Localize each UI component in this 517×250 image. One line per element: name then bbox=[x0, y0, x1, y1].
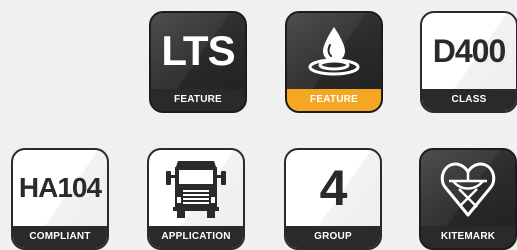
group-badge: 4 GROUP bbox=[284, 148, 382, 250]
badge-label: FEATURE bbox=[151, 89, 245, 111]
kitemark-badge: KITEMARK bbox=[419, 148, 517, 250]
badge-main-text: LTS bbox=[161, 27, 235, 74]
badge-main-text: D400 bbox=[432, 33, 506, 69]
badge-label: FEATURE bbox=[287, 89, 381, 111]
water-drop-icon bbox=[304, 21, 364, 81]
kitemark-icon bbox=[439, 157, 497, 219]
ha104-compliant-badge: HA104 COMPLIANT bbox=[11, 148, 109, 250]
badge-label: COMPLIANT bbox=[13, 226, 107, 248]
lts-feature-badge: LTS FEATURE bbox=[149, 11, 247, 113]
badge-label: GROUP bbox=[286, 226, 380, 248]
badge-label: APPLICATION bbox=[149, 226, 243, 248]
badge-label: KITEMARK bbox=[421, 226, 515, 248]
badge-main-text: HA104 bbox=[18, 172, 102, 203]
d400-class-badge: D400 CLASS bbox=[420, 11, 517, 113]
truck-application-badge: APPLICATION bbox=[147, 148, 245, 250]
badge-main-text: 4 bbox=[319, 160, 348, 216]
badge-label: CLASS bbox=[422, 89, 516, 111]
water-feature-badge: FEATURE bbox=[285, 11, 383, 113]
truck-icon bbox=[164, 157, 228, 219]
